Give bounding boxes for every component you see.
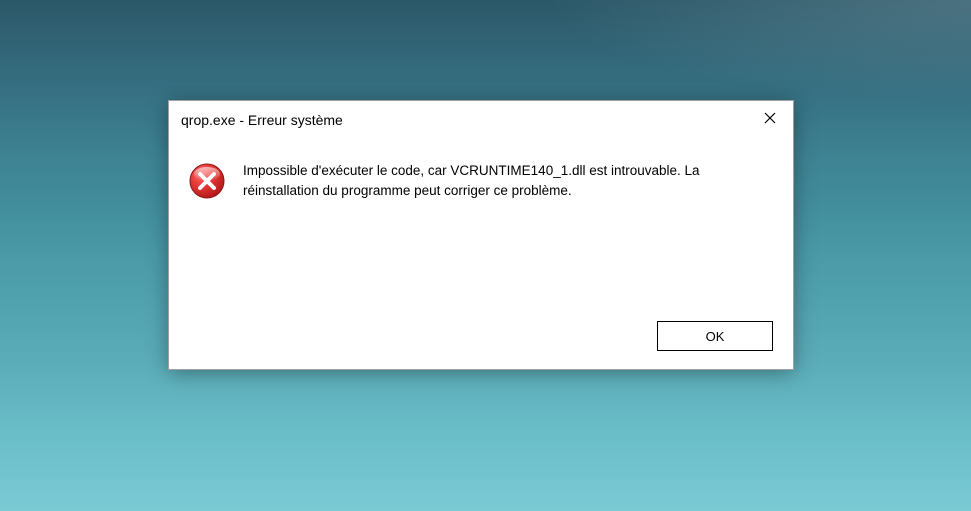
error-icon	[189, 163, 225, 199]
titlebar[interactable]: qrop.exe - Erreur système	[169, 101, 793, 139]
dialog-content: Impossible d'exécuter le code, car VCRUN…	[169, 139, 793, 212]
ok-button[interactable]: OK	[657, 321, 773, 351]
dialog-title: qrop.exe - Erreur système	[181, 112, 747, 128]
button-row: OK	[657, 321, 773, 351]
error-dialog: qrop.exe - Erreur système	[168, 100, 794, 370]
close-icon	[764, 112, 776, 124]
error-message: Impossible d'exécuter le code, car VCRUN…	[243, 161, 773, 202]
close-button[interactable]	[747, 102, 793, 134]
